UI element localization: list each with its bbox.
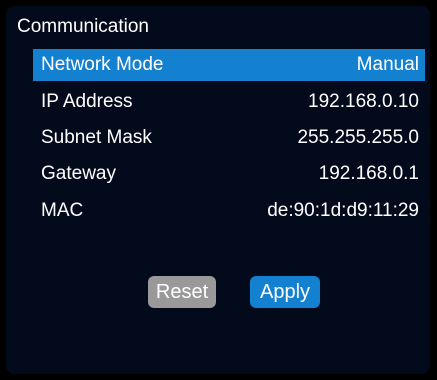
setting-label: Subnet Mask [41,127,152,148]
setting-value: Manual [356,54,419,75]
setting-label: Gateway [41,163,116,184]
setting-row-subnet-mask[interactable]: Subnet Mask 255.255.255.0 [33,122,425,154]
setting-row-gateway[interactable]: Gateway 192.168.0.1 [33,158,425,190]
setting-label: Network Mode [41,54,164,75]
setting-value: 192.168.0.10 [308,91,419,112]
apply-button[interactable]: Apply [250,276,320,308]
setting-value: de:90:1d:d9:11:29 [267,200,419,221]
reset-button[interactable]: Reset [148,276,216,308]
setting-row-ip-address[interactable]: IP Address 192.168.0.10 [33,86,425,118]
setting-label: MAC [41,200,84,221]
panel-title: Communication [17,16,149,37]
setting-value: 255.255.255.0 [297,127,419,148]
setting-value: 192.168.0.1 [318,163,419,184]
setting-label: IP Address [41,91,133,112]
setting-row-network-mode[interactable]: Network Mode Manual [33,49,425,81]
communication-panel: Communication Network Mode Manual IP Add… [6,6,430,374]
setting-row-mac[interactable]: MAC de:90:1d:d9:11:29 [33,195,425,227]
